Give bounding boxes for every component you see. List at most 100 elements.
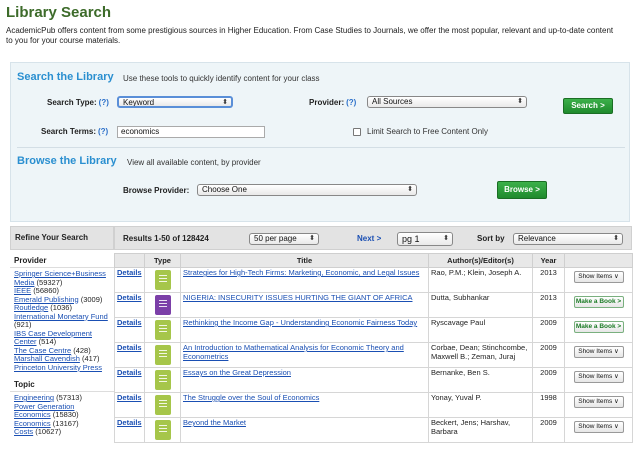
- action-cell: Show Items ∨: [564, 367, 633, 393]
- search-terms-help-link[interactable]: (?): [98, 127, 108, 136]
- authors-cell: Bernanke, Ben S.: [428, 367, 533, 393]
- document-type-icon: [154, 295, 171, 315]
- show-items-button[interactable]: Show Items ∨: [573, 421, 624, 433]
- refine-heading: Refine Your Search: [10, 226, 114, 250]
- title-link[interactable]: An Introduction to Mathematical Analysis…: [183, 343, 404, 361]
- title-link[interactable]: Strategies for High-Tech Firms: Marketin…: [183, 268, 419, 277]
- document-type-icon: [154, 370, 171, 390]
- refine-sidebar: Refine Your Search Provider Springer Sci…: [10, 226, 114, 450]
- browse-button[interactable]: Browse >: [497, 181, 547, 199]
- details-link[interactable]: Details: [117, 418, 142, 427]
- column-header: Type: [144, 253, 181, 268]
- title-link[interactable]: Rethinking the Income Gap - Understandin…: [183, 318, 417, 327]
- facet-link[interactable]: Princeton University Press: [14, 363, 102, 372]
- title-cell: An Introduction to Mathematical Analysis…: [180, 342, 429, 368]
- details-link[interactable]: Details: [117, 343, 142, 352]
- section-divider: [17, 147, 625, 148]
- table-row: Details NIGERIA: INSECURITY ISSUES HURTIN…: [114, 292, 633, 318]
- page-title: Library Search: [6, 4, 112, 21]
- details-cell: Details: [114, 417, 145, 443]
- search-type-help-link[interactable]: (?): [99, 98, 109, 107]
- title-link[interactable]: Beyond the Market: [183, 418, 246, 427]
- details-cell: Details: [114, 342, 145, 368]
- search-terms-input[interactable]: economics: [117, 126, 265, 138]
- make-a-book-button[interactable]: Make a Book >: [573, 296, 624, 308]
- type-cell: [144, 292, 181, 318]
- facet-link[interactable]: Costs: [14, 427, 33, 436]
- search-type-label: Search Type: (?): [47, 98, 109, 107]
- facet-item: Princeton University Press: [14, 363, 110, 373]
- document-type-icon: [154, 320, 171, 340]
- table-row: Details The Struggle over the Soul of Eco…: [114, 392, 633, 418]
- column-header: [114, 253, 145, 268]
- title-link[interactable]: NIGERIA: INSECURITY ISSUES HURTING THE G…: [183, 293, 412, 302]
- year-cell: 2013: [532, 292, 565, 318]
- dropdown-arrow-icon: ⬍: [407, 186, 413, 193]
- type-cell: [144, 367, 181, 393]
- make-a-book-button[interactable]: Make a Book >: [573, 321, 624, 333]
- year-cell: 2009: [532, 367, 565, 393]
- dropdown-arrow-icon: ⬍: [222, 99, 228, 106]
- table-row: Details Beyond the Market Beckert, Jens; H…: [114, 417, 633, 443]
- type-cell: [144, 267, 181, 293]
- browse-provider-label: Browse Provider:: [123, 186, 190, 195]
- title-link[interactable]: Essays on the Great Depression: [183, 368, 291, 377]
- search-button[interactable]: Search >: [563, 98, 613, 114]
- authors-cell: Rao, P.M.; Klein, Joseph A.: [428, 267, 533, 293]
- details-cell: Details: [114, 292, 145, 318]
- type-cell: [144, 392, 181, 418]
- type-cell: [144, 417, 181, 443]
- facet-item: International Monetary Fund (921): [14, 311, 108, 329]
- limit-free-label: Limit Search to Free Content Only: [367, 127, 488, 136]
- details-cell: Details: [114, 367, 145, 393]
- browse-provider-select[interactable]: Choose One ⬍: [197, 184, 417, 196]
- year-cell: 2009: [532, 317, 565, 343]
- document-type-icon: [154, 420, 171, 440]
- action-cell: Make a Book >: [564, 317, 633, 343]
- column-header: Title: [180, 253, 429, 268]
- details-link[interactable]: Details: [117, 293, 142, 302]
- details-link[interactable]: Details: [117, 268, 142, 277]
- title-cell: NIGERIA: INSECURITY ISSUES HURTING THE G…: [180, 292, 429, 318]
- results-summary: Results 1-50 of 128424: [123, 234, 209, 243]
- show-items-button[interactable]: Show Items ∨: [573, 346, 624, 358]
- search-section-title: Search the Library: [17, 71, 114, 83]
- limit-free-checkbox[interactable]: [353, 128, 361, 136]
- details-link[interactable]: Details: [117, 368, 142, 377]
- details-cell: Details: [114, 392, 145, 418]
- column-header: [564, 253, 633, 268]
- results-toolbar: Results 1-50 of 128424 50 per page ⬍ Next…: [114, 226, 632, 250]
- sort-select[interactable]: Relevance ⬍: [513, 233, 623, 245]
- details-link[interactable]: Details: [117, 318, 142, 327]
- provider-select[interactable]: All Sources ⬍: [367, 96, 527, 108]
- action-cell: Show Items ∨: [564, 267, 633, 293]
- authors-cell: Dutta, Subhankar: [428, 292, 533, 318]
- details-link[interactable]: Details: [117, 393, 142, 402]
- per-page-select[interactable]: 50 per page ⬍: [249, 233, 319, 245]
- next-page-link[interactable]: Next >: [357, 234, 381, 243]
- column-header: Year: [532, 253, 565, 268]
- title-link[interactable]: The Struggle over the Soul of Economics: [183, 393, 319, 402]
- year-cell: 2009: [532, 342, 565, 368]
- topic-facet-list: Engineering (57313) Power Generation Eco…: [10, 392, 114, 439]
- show-items-button[interactable]: Show Items ∨: [573, 396, 624, 408]
- year-cell: 2013: [532, 267, 565, 293]
- facet-item: Power Generation Economics (15830): [14, 401, 79, 419]
- page-select[interactable]: pg 1 ⬍: [397, 232, 453, 246]
- show-items-button[interactable]: Show Items ∨: [573, 371, 624, 383]
- sort-label: Sort by: [477, 234, 505, 243]
- show-items-button[interactable]: Show Items ∨: [573, 271, 624, 283]
- table-row: Details Strategies for High-Tech Firms: M…: [114, 267, 633, 293]
- title-cell: Beyond the Market: [180, 417, 429, 443]
- topic-facet-heading: Topic: [10, 374, 114, 392]
- provider-help-link[interactable]: (?): [346, 98, 356, 107]
- facet-item: Costs (10627): [14, 427, 62, 436]
- provider-label: Provider: (?): [309, 98, 357, 107]
- document-type-icon: [154, 395, 171, 415]
- results-body: Details Strategies for High-Tech Firms: M…: [114, 267, 633, 443]
- authors-cell: Ryscavage Paul: [428, 317, 533, 343]
- provider-facet-heading: Provider: [10, 250, 114, 268]
- document-type-icon: [154, 270, 171, 290]
- browse-section-desc: View all available content, by provider: [127, 158, 261, 167]
- search-type-select[interactable]: Keyword ⬍: [117, 96, 233, 108]
